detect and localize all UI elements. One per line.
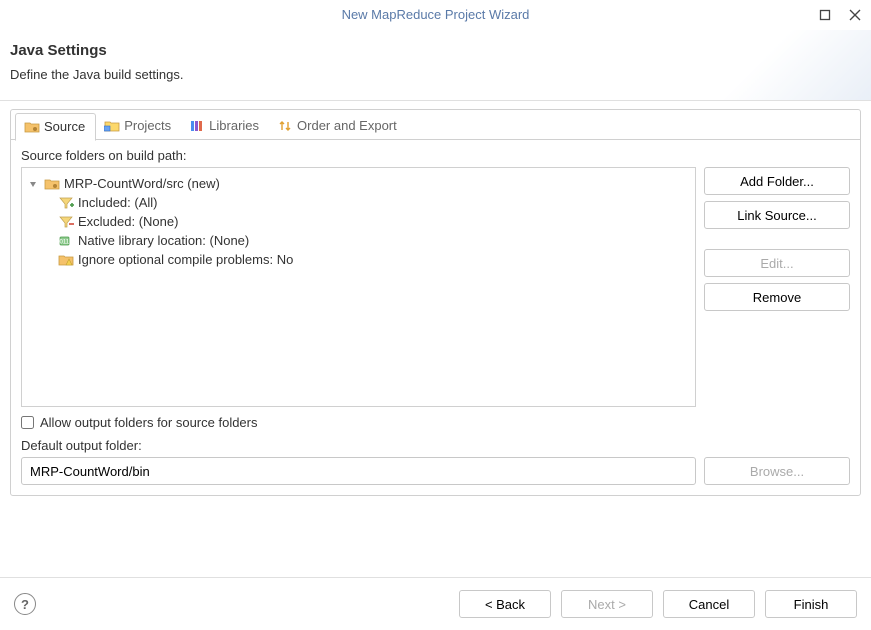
titlebar: New MapReduce Project Wizard [0,0,871,30]
filter-minus-icon [58,215,74,229]
tab-source-label: Source [44,119,85,134]
allow-output-checkbox[interactable] [21,416,34,429]
svg-text:011: 011 [60,239,70,245]
tab-libraries[interactable]: Libraries [181,113,269,140]
tree-item-ignore-optional[interactable]: Ignore optional compile problems: No [58,250,691,269]
dialog-header: Java Settings Define the Java build sett… [0,30,871,101]
default-output-label: Default output folder: [21,438,850,453]
link-source-button[interactable]: Link Source... [704,201,850,229]
allow-output-checkbox-row[interactable]: Allow output folders for source folders [21,415,850,430]
default-output-input[interactable] [21,457,696,485]
tree-item-ignore-optional-label: Ignore optional compile problems: No [78,252,293,267]
order-export-icon [277,119,293,133]
page-title: Java Settings [10,42,855,59]
help-button[interactable]: ? [14,593,36,615]
tree-item-included-label: Included: (All) [78,195,157,210]
filter-plus-icon [58,196,74,210]
tree-root[interactable]: MRP-CountWord/src (new) [26,174,691,193]
package-folder-icon [44,177,60,191]
allow-output-label: Allow output folders for source folders [40,415,258,430]
edit-button: Edit... [704,249,850,277]
remove-button[interactable]: Remove [704,283,850,311]
package-folder-icon [24,120,40,134]
cancel-button[interactable]: Cancel [663,590,755,618]
page-subtitle: Define the Java build settings. [10,67,855,82]
tab-order-export[interactable]: Order and Export [269,113,407,140]
projects-icon [104,119,120,133]
maximize-icon[interactable] [817,7,833,23]
folder-warning-icon [58,253,74,267]
tree-item-included[interactable]: Included: (All) [58,193,691,212]
dialog-footer: ? < Back Next > Cancel Finish [0,577,871,630]
source-folders-label: Source folders on build path: [21,148,850,163]
back-button[interactable]: < Back [459,590,551,618]
libraries-icon [189,119,205,133]
native-lib-icon: 011 [58,234,74,248]
finish-button[interactable]: Finish [765,590,857,618]
tree-item-excluded-label: Excluded: (None) [78,214,178,229]
next-button: Next > [561,590,653,618]
close-icon[interactable] [847,7,863,23]
tab-projects[interactable]: Projects [96,113,181,140]
tree-item-excluded[interactable]: Excluded: (None) [58,212,691,231]
tabs: Source Projects Libraries Order and Expo… [11,110,860,140]
tab-container: Source Projects Libraries Order and Expo… [10,109,861,496]
tab-source[interactable]: Source [15,113,96,141]
add-folder-button[interactable]: Add Folder... [704,167,850,195]
tree-item-native-lib-label: Native library location: (None) [78,233,249,248]
tab-libraries-label: Libraries [209,118,259,133]
browse-button: Browse... [704,457,850,485]
tab-order-export-label: Order and Export [297,118,397,133]
tree-root-label: MRP-CountWord/src (new) [64,176,220,191]
chevron-down-icon[interactable] [26,177,40,191]
tab-projects-label: Projects [124,118,171,133]
source-folders-tree[interactable]: MRP-CountWord/src (new) Included: (All) [21,167,696,407]
window-title: New MapReduce Project Wizard [342,7,530,22]
tree-item-native-lib[interactable]: 011 Native library location: (None) [58,231,691,250]
